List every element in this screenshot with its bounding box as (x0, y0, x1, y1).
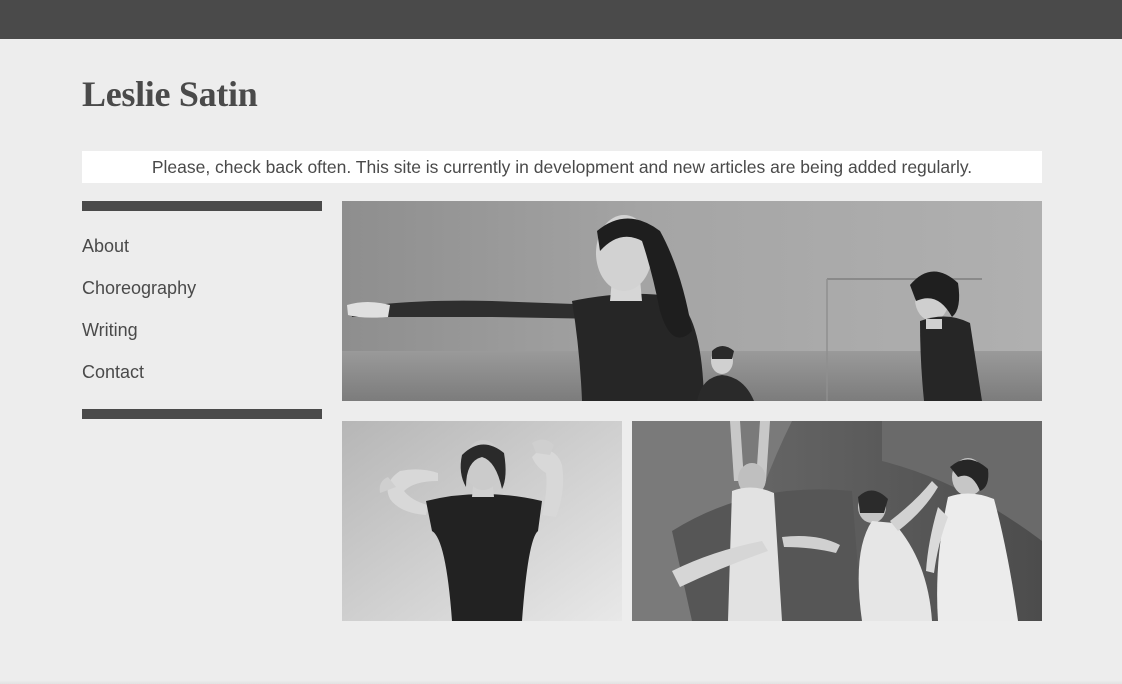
solo-dance-photo (342, 421, 622, 621)
sidebar-divider-bottom (82, 409, 322, 419)
nav-item-writing[interactable]: Writing (82, 309, 322, 351)
development-notice: Please, check back often. This site is c… (82, 151, 1042, 183)
page-footer-edge (0, 680, 1122, 684)
top-bar (0, 0, 1122, 39)
hero-dance-photo (342, 201, 1042, 401)
sidebar-divider-top (82, 201, 322, 211)
nav-item-contact[interactable]: Contact (82, 351, 322, 393)
group-dance-photo (632, 421, 1042, 621)
sidebar-nav: About Choreography Writing Contact (82, 225, 322, 393)
site-title[interactable]: Leslie Satin (82, 72, 258, 116)
nav-item-about[interactable]: About (82, 225, 322, 267)
nav-item-choreography[interactable]: Choreography (82, 267, 322, 309)
